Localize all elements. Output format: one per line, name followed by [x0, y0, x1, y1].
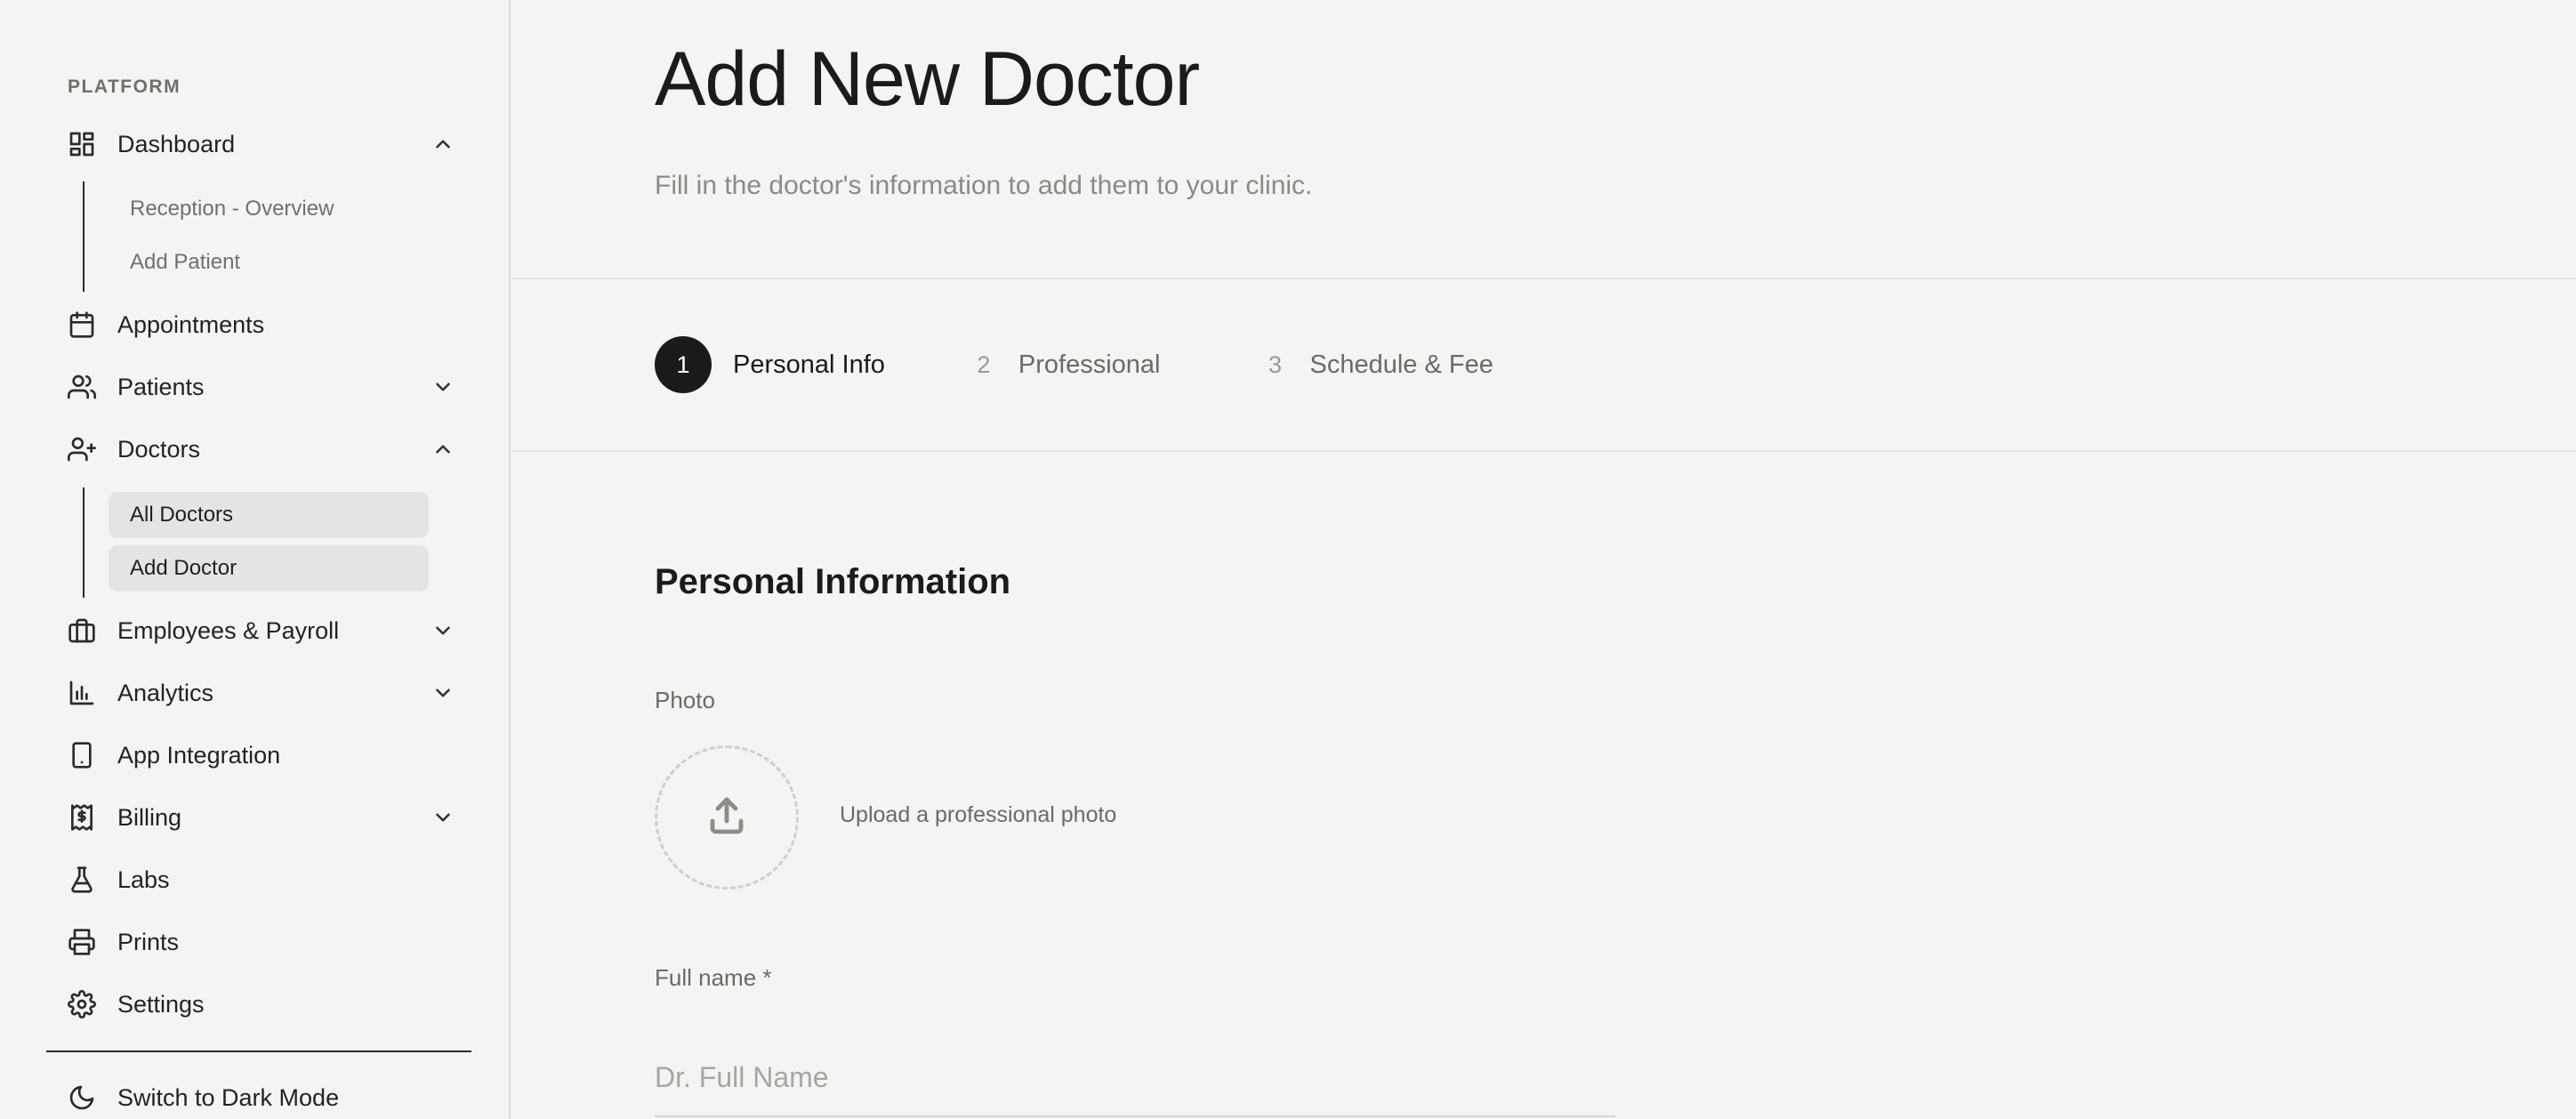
sub-item-add-patient[interactable]: Add Patient	[109, 239, 429, 286]
sub-item-add-doctor[interactable]: Add Doctor	[109, 545, 429, 592]
flask-icon	[46, 853, 117, 906]
step-label: Professional	[1018, 350, 1161, 379]
submenu-line	[83, 181, 85, 292]
users-icon	[46, 360, 117, 414]
user-plus-icon	[46, 423, 117, 476]
sidebar-item-billing[interactable]: Billing	[46, 791, 461, 844]
full-name-label: Full name *	[655, 964, 772, 991]
sidebar-item-prints[interactable]: Prints	[46, 915, 461, 969]
full-name-input[interactable]	[655, 1039, 1615, 1117]
sidebar-item-label: Billing	[117, 803, 182, 831]
sidebar-item-employees-payroll[interactable]: Employees & Payroll	[46, 604, 461, 657]
sub-item-reception-overview[interactable]: Reception - Overview	[109, 186, 429, 232]
sub-item-all-doctors[interactable]: All Doctors	[109, 492, 429, 538]
sidebar-item-label: Labs	[117, 865, 170, 893]
main-content: Add New Doctor Fill in the doctor's info…	[512, 0, 2576, 1119]
sidebar-item-label: Doctors	[117, 435, 201, 463]
chevron-up-icon[interactable]	[425, 431, 461, 467]
sidebar-item-label: Patients	[117, 373, 205, 400]
chevron-down-icon[interactable]	[425, 800, 461, 835]
briefcase-icon	[46, 604, 117, 657]
sidebar-item-app-integration[interactable]: App Integration	[46, 729, 461, 782]
bar-chart-icon	[46, 666, 117, 720]
chevron-down-icon[interactable]	[425, 613, 461, 648]
step-label: Schedule & Fee	[1309, 350, 1493, 379]
dark-mode-toggle[interactable]: Switch to Dark Mode	[46, 1071, 461, 1119]
sidebar-item-labs[interactable]: Labs	[46, 853, 461, 906]
step-personal-info[interactable]: 1 Personal Info	[655, 336, 885, 393]
submenu-line	[83, 487, 85, 598]
step-number: 2	[977, 350, 991, 378]
receipt-icon	[46, 791, 117, 844]
printer-icon	[46, 915, 117, 969]
step-number: 3	[1268, 350, 1282, 378]
sidebar: PLATFORM Dashboard Reception - Overview …	[0, 0, 511, 1119]
sidebar-item-label: Dashboard	[117, 130, 236, 157]
upload-hint: Upload a professional photo	[840, 802, 1117, 827]
page-subtitle: Fill in the doctor's information to add …	[655, 171, 1313, 200]
sidebar-item-label: Analytics	[117, 679, 214, 706]
step-schedule-fee[interactable]: 3 Schedule & Fee	[1261, 336, 1493, 393]
page-title: Add New Doctor	[655, 36, 1200, 122]
gear-icon	[46, 978, 117, 1031]
chevron-up-icon[interactable]	[425, 126, 461, 162]
calendar-icon	[46, 298, 117, 351]
sidebar-item-patients[interactable]: Patients	[46, 360, 461, 414]
sidebar-item-label: App Integration	[117, 741, 281, 769]
sidebar-item-dashboard[interactable]: Dashboard	[46, 117, 461, 171]
moon-icon	[46, 1071, 117, 1119]
tablet-icon	[46, 729, 117, 782]
sidebar-section-label: PLATFORM	[68, 76, 181, 97]
photo-upload-button[interactable]	[655, 745, 799, 890]
chevron-down-icon[interactable]	[425, 369, 461, 405]
sidebar-divider	[46, 1051, 471, 1052]
dashboard-icon	[46, 117, 117, 171]
upload-icon	[705, 794, 748, 841]
sidebar-item-analytics[interactable]: Analytics	[46, 666, 461, 720]
sidebar-item-appointments[interactable]: Appointments	[46, 298, 461, 351]
section-title: Personal Information	[655, 562, 1011, 601]
step-label: Personal Info	[733, 350, 885, 379]
sidebar-item-label: Prints	[117, 928, 180, 955]
chevron-down-icon[interactable]	[425, 675, 461, 711]
sidebar-item-label: Appointments	[117, 310, 265, 338]
sidebar-item-label: Switch to Dark Mode	[117, 1083, 340, 1111]
sidebar-item-settings[interactable]: Settings	[46, 978, 461, 1031]
photo-label: Photo	[655, 687, 715, 713]
stepper: 1 Personal Info 2 Professional 3 Schedul…	[655, 336, 1493, 393]
sidebar-item-doctors[interactable]: Doctors	[46, 423, 461, 476]
step-number: 1	[655, 336, 712, 393]
sidebar-item-label: Settings	[117, 990, 205, 1018]
divider	[512, 450, 2576, 452]
divider	[512, 278, 2576, 279]
step-professional[interactable]: 2 Professional	[970, 336, 1161, 393]
sidebar-item-label: Employees & Payroll	[117, 616, 340, 644]
